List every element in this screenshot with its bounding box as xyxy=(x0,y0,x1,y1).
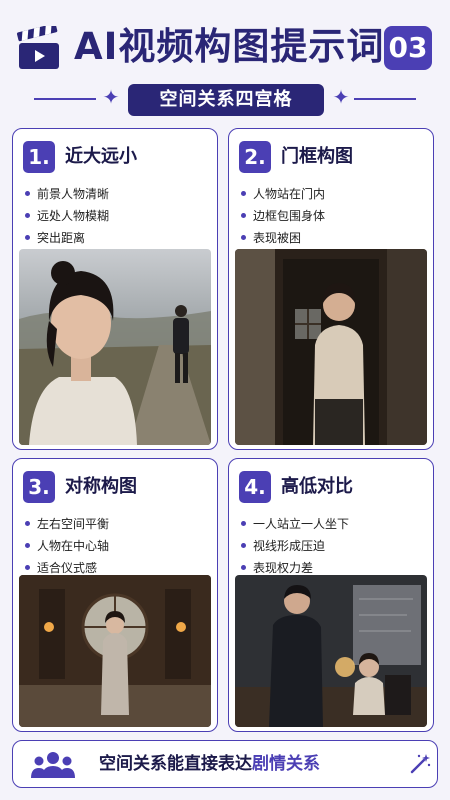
bullet-list: 左右空间平衡 人物在中心轴 适合仪式感 xyxy=(25,513,205,579)
card-high-low: 4. 高低对比 一人站立一人坐下 视线形成压迫 表现权力差 xyxy=(228,458,434,732)
bullet-list: 一人站立一人坐下 视线形成压迫 表现权力差 xyxy=(241,513,421,579)
footer-banner: 空间关系能直接表达剧情关系 xyxy=(12,740,438,788)
page-subtitle: 空间关系四宫格 xyxy=(128,84,324,116)
card-title: 对称构图 xyxy=(65,476,137,497)
card-header: 3. 对称构图 xyxy=(23,471,209,505)
card-title: 高低对比 xyxy=(281,476,353,497)
bullet-item: 人物站在门内 xyxy=(241,183,421,205)
people-group-icon xyxy=(31,752,75,778)
issue-number-badge: 03 xyxy=(384,26,432,70)
bullet-item: 前景人物清晰 xyxy=(25,183,205,205)
bullet-list: 前景人物清晰 远处人物模糊 突出距离 xyxy=(25,183,205,249)
bullet-item: 边框包围身体 xyxy=(241,205,421,227)
card-door-frame: 2. 门框构图 人物站在门内 边框包围身体 表现被困 xyxy=(228,128,434,450)
card-number: 2. xyxy=(239,141,271,173)
card-header: 4. 高低对比 xyxy=(239,471,425,505)
bullet-item: 一人站立一人坐下 xyxy=(241,513,421,535)
divider-left xyxy=(34,98,96,100)
bullet-item: 表现被困 xyxy=(241,227,421,249)
card-header: 1. 近大远小 xyxy=(23,141,209,175)
page-title: AI视频构图提示词 xyxy=(74,25,385,68)
bullet-item: 人物在中心轴 xyxy=(25,535,205,557)
footer-text-accent: 剧情关系 xyxy=(252,754,320,774)
card-header: 2. 门框构图 xyxy=(239,141,425,175)
header: AI视频构图提示词 03 ✦ 空间关系四宫格 ✦ xyxy=(0,0,450,122)
clapperboard-icon xyxy=(16,26,59,69)
example-photo xyxy=(235,249,427,445)
divider-right xyxy=(354,98,416,100)
footer-message: 空间关系能直接表达剧情关系 xyxy=(99,741,320,787)
card-number: 1. xyxy=(23,141,55,173)
sparkle-icon: ✦ xyxy=(332,85,350,109)
footer-text-main: 空间关系能直接表达 xyxy=(99,754,252,774)
example-photo xyxy=(19,575,211,727)
magic-wand-icon xyxy=(410,754,431,774)
card-title: 近大远小 xyxy=(65,146,137,167)
bullet-item: 突出距离 xyxy=(25,227,205,249)
card-symmetry: 3. 对称构图 左右空间平衡 人物在中心轴 适合仪式感 xyxy=(12,458,218,732)
example-photo xyxy=(235,575,427,727)
bullet-item: 左右空间平衡 xyxy=(25,513,205,535)
card-near-far: 1. 近大远小 前景人物清晰 远处人物模糊 突出距离 xyxy=(12,128,218,450)
card-title: 门框构图 xyxy=(281,146,353,167)
card-number: 3. xyxy=(23,471,55,503)
example-photo xyxy=(19,249,211,445)
bullet-list: 人物站在门内 边框包围身体 表现被困 xyxy=(241,183,421,249)
bullet-item: 视线形成压迫 xyxy=(241,535,421,557)
bullet-item: 远处人物模糊 xyxy=(25,205,205,227)
card-number: 4. xyxy=(239,471,271,503)
sparkle-icon: ✦ xyxy=(102,85,120,109)
